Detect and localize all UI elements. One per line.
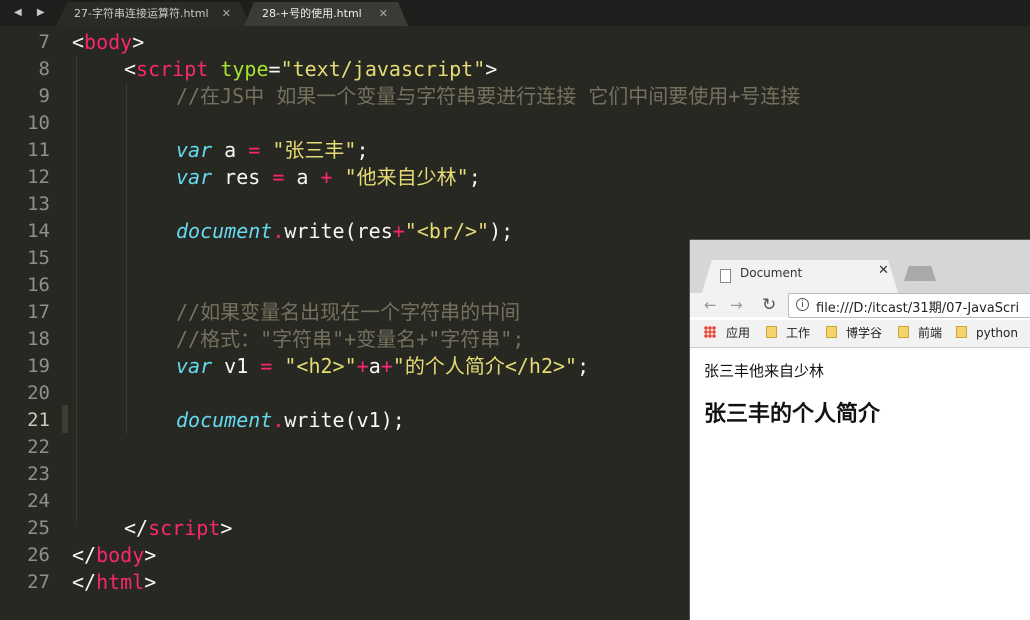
document-icon [720, 269, 731, 283]
line-number: 9 [38, 85, 50, 107]
bookmark-boxuegu[interactable]: 博学谷 [826, 324, 882, 342]
page-content: 张三丰他来自少林 张三丰的个人简介 [690, 348, 1030, 620]
close-icon[interactable]: ✕ [222, 2, 231, 26]
code-line-21: document.write(v1); [176, 408, 405, 432]
code-line-19: var v1 = "<h2>"+a+"的个人简介</h2>"; [176, 354, 590, 378]
bookmark-python[interactable]: python [956, 324, 1018, 342]
page-text: 张三丰他来自少林 [704, 362, 825, 380]
tab-28-plus-usage[interactable]: 28-+号的使用.html ✕ [244, 2, 408, 26]
line-number: 22 [27, 436, 50, 458]
code-line-25: </script> [124, 516, 233, 540]
back-arrow-icon[interactable]: ← [704, 295, 717, 315]
close-icon[interactable]: ✕ [379, 2, 388, 26]
bookmark-frontend[interactable]: 前端 [898, 324, 942, 342]
line-number: 12 [27, 166, 50, 188]
line-number: 14 [27, 220, 50, 242]
tab-label: 27-字符串连接运算符.html [74, 7, 209, 20]
line-number: 25 [27, 517, 50, 539]
line-number: 7 [38, 31, 50, 53]
code-line-17-comment: //如果变量名出现在一个字符串的中间 [176, 300, 521, 324]
folder-icon [898, 326, 909, 338]
folder-icon [826, 326, 837, 338]
line-number: 20 [27, 382, 50, 404]
page-heading: 张三丰的个人简介 [704, 402, 881, 427]
indent-guide [76, 57, 77, 522]
line-number: 26 [27, 544, 50, 566]
bookmarks-bar: 应用 工作 博学谷 前端 python [690, 320, 1030, 348]
code-line-14: document.write(res+"<br/>"); [176, 219, 514, 243]
tab-27-string-concat[interactable]: 27-字符串连接运算符.html ✕ [56, 2, 251, 26]
new-tab-button[interactable] [904, 266, 936, 281]
browser-tab-title: Document [740, 266, 803, 280]
browser-toolbar: ← → ↻ i file:///D:/itcast/31期/07-JavaScr… [690, 293, 1030, 318]
code-line-8: <script type="text/javascript"> [124, 57, 498, 81]
code-line-12: var res = a + "他来自少林"; [176, 165, 481, 189]
folder-icon [766, 326, 777, 338]
apps-grid-icon [704, 326, 716, 338]
line-number: 11 [27, 139, 50, 161]
forward-arrow-icon[interactable]: → [730, 295, 743, 315]
browser-window: Document ✕ ← → ↻ i file:///D:/itcast/31期… [690, 240, 1030, 620]
line-number: 15 [27, 247, 50, 269]
line-number: 8 [38, 58, 50, 80]
line-number: 16 [27, 274, 50, 296]
line-number-gutter: 7 8 9 10 11 12 13 14 15 16 17 18 19 20 2… [0, 26, 62, 611]
line-number: 13 [27, 193, 50, 215]
line-number: 27 [27, 571, 50, 593]
address-url[interactable]: file:///D:/itcast/31期/07-JavaScri [816, 297, 1019, 316]
code-line-7: <body> [72, 30, 145, 54]
bookmark-work[interactable]: 工作 [766, 324, 810, 342]
line-number: 17 [27, 301, 50, 323]
editor-tab-bar: ◀ ▶ 27-字符串连接运算符.html ✕ 28-+号的使用.html ✕ [0, 0, 1030, 26]
reload-icon[interactable]: ↻ [762, 295, 776, 315]
code-line-26: </body> [72, 543, 157, 567]
tab-label: 28-+号的使用.html [262, 7, 362, 20]
address-bar[interactable]: i file:///D:/itcast/31期/07-JavaScri [788, 293, 1030, 318]
code-line-11: var a = "张三丰"; [176, 138, 369, 162]
code-line-9-comment: //在JS中 如果一个变量与字符串要进行连接 它们中间要使用+号连接 [176, 84, 801, 108]
bookmark-apps[interactable]: 应用 [704, 324, 750, 342]
line-number: 10 [27, 112, 50, 134]
line-number-current: 21 [27, 409, 50, 431]
code-line-27: </html> [72, 570, 157, 594]
indent-guide [126, 84, 127, 434]
folder-icon [956, 326, 967, 338]
tab-nav-arrows-icon[interactable]: ◀ ▶ [0, 0, 56, 26]
info-icon[interactable]: i [796, 298, 809, 311]
line-number: 23 [27, 463, 50, 485]
browser-tab-document[interactable]: Document ✕ [702, 260, 898, 293]
close-icon[interactable]: ✕ [878, 263, 889, 278]
browser-tab-strip: Document ✕ [690, 240, 1030, 293]
line-number: 19 [27, 355, 50, 377]
line-number: 18 [27, 328, 50, 350]
line-number: 24 [27, 490, 50, 512]
code-line-18-comment: //格式："字符串"+变量名+"字符串"; [176, 327, 525, 351]
